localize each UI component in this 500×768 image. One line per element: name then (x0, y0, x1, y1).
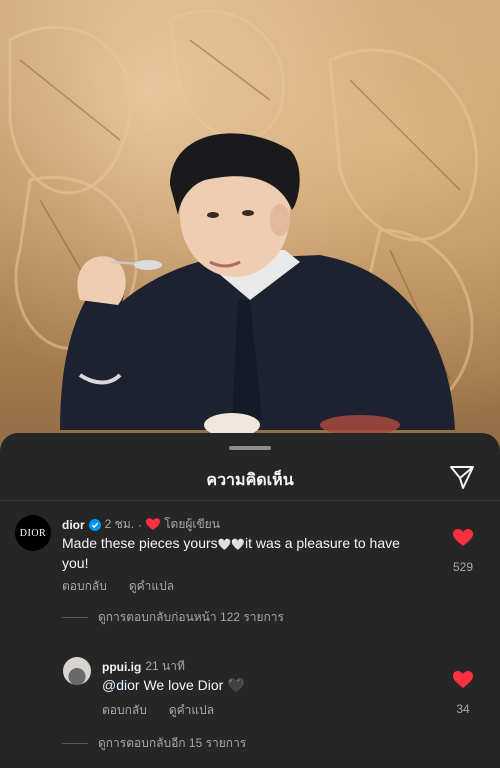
like-count: 34 (456, 702, 470, 716)
comment-text: Made these pieces yours🤍🤍it was a pleasu… (62, 534, 422, 572)
sheet-title: ความคิดเห็น (206, 472, 294, 489)
avatar[interactable]: DIOR (15, 515, 51, 551)
comment-username[interactable]: ppui.ig (102, 660, 141, 674)
comments-sheet: ความคิดเห็น DIOR dior 2 ชม. · โดยผู้เขีย… (0, 433, 500, 768)
mention-link[interactable]: @dior (102, 677, 140, 693)
comment-text-body: We love Dior (143, 677, 224, 693)
like-column: 34 (448, 671, 478, 716)
comment-text-start: Made these pieces yours (62, 535, 218, 551)
translate-button[interactable]: ดูคำแปล (129, 577, 174, 596)
comment-emoji: 🤍🤍 (217, 539, 246, 551)
verified-badge-icon (88, 518, 101, 531)
meta-separator: · (138, 517, 143, 532)
comment-actions: ตอบกลับ ดูคำแปล (102, 701, 214, 720)
like-heart-icon[interactable] (453, 529, 473, 547)
replies-divider (62, 617, 88, 618)
comment-text: @dior We love Dior 🖤 (102, 676, 402, 694)
comment-time: 2 ชม. (104, 517, 135, 531)
like-column: 529 (448, 529, 478, 574)
comment-username[interactable]: dior (62, 518, 85, 532)
heart-icon (146, 518, 161, 531)
reply-button[interactable]: ตอบกลับ (102, 701, 147, 720)
author-liked-label: โดยผู้เขียน (164, 517, 220, 531)
sheet-header: ความคิดเห็น (0, 455, 500, 501)
paper-plane-icon (450, 466, 474, 489)
comment-time: 21 นาที (145, 659, 185, 673)
comment-actions: ตอบกลับ ดูคำแปล (62, 577, 174, 596)
like-count: 529 (452, 560, 474, 574)
view-replies-label: ดูการตอบกลับอีก 15 รายการ (98, 736, 247, 750)
view-replies-label: ดูการตอบกลับก่อนหน้า 122 รายการ (98, 610, 284, 624)
reply-button[interactable]: ตอบกลับ (62, 577, 107, 596)
view-replies-button[interactable]: ดูการตอบกลับก่อนหน้า 122 รายการ (62, 608, 284, 627)
post-photo (0, 0, 500, 470)
avatar-logo: DIOR (19, 527, 47, 539)
comment-emoji: 🖤 (227, 677, 245, 693)
send-button[interactable] (448, 463, 476, 491)
translate-button[interactable]: ดูคำแปล (169, 701, 214, 720)
like-heart-icon[interactable] (453, 671, 473, 689)
replies-divider (62, 743, 88, 744)
avatar[interactable] (63, 657, 91, 685)
comment-meta: dior 2 ชม. · โดยผู้เขียน (62, 515, 220, 534)
photo-illustration (8, 9, 478, 437)
view-replies-button[interactable]: ดูการตอบกลับอีก 15 รายการ (62, 734, 246, 753)
comment-meta: ppui.ig 21 นาที (102, 657, 185, 676)
sheet-grabber[interactable] (229, 446, 271, 450)
